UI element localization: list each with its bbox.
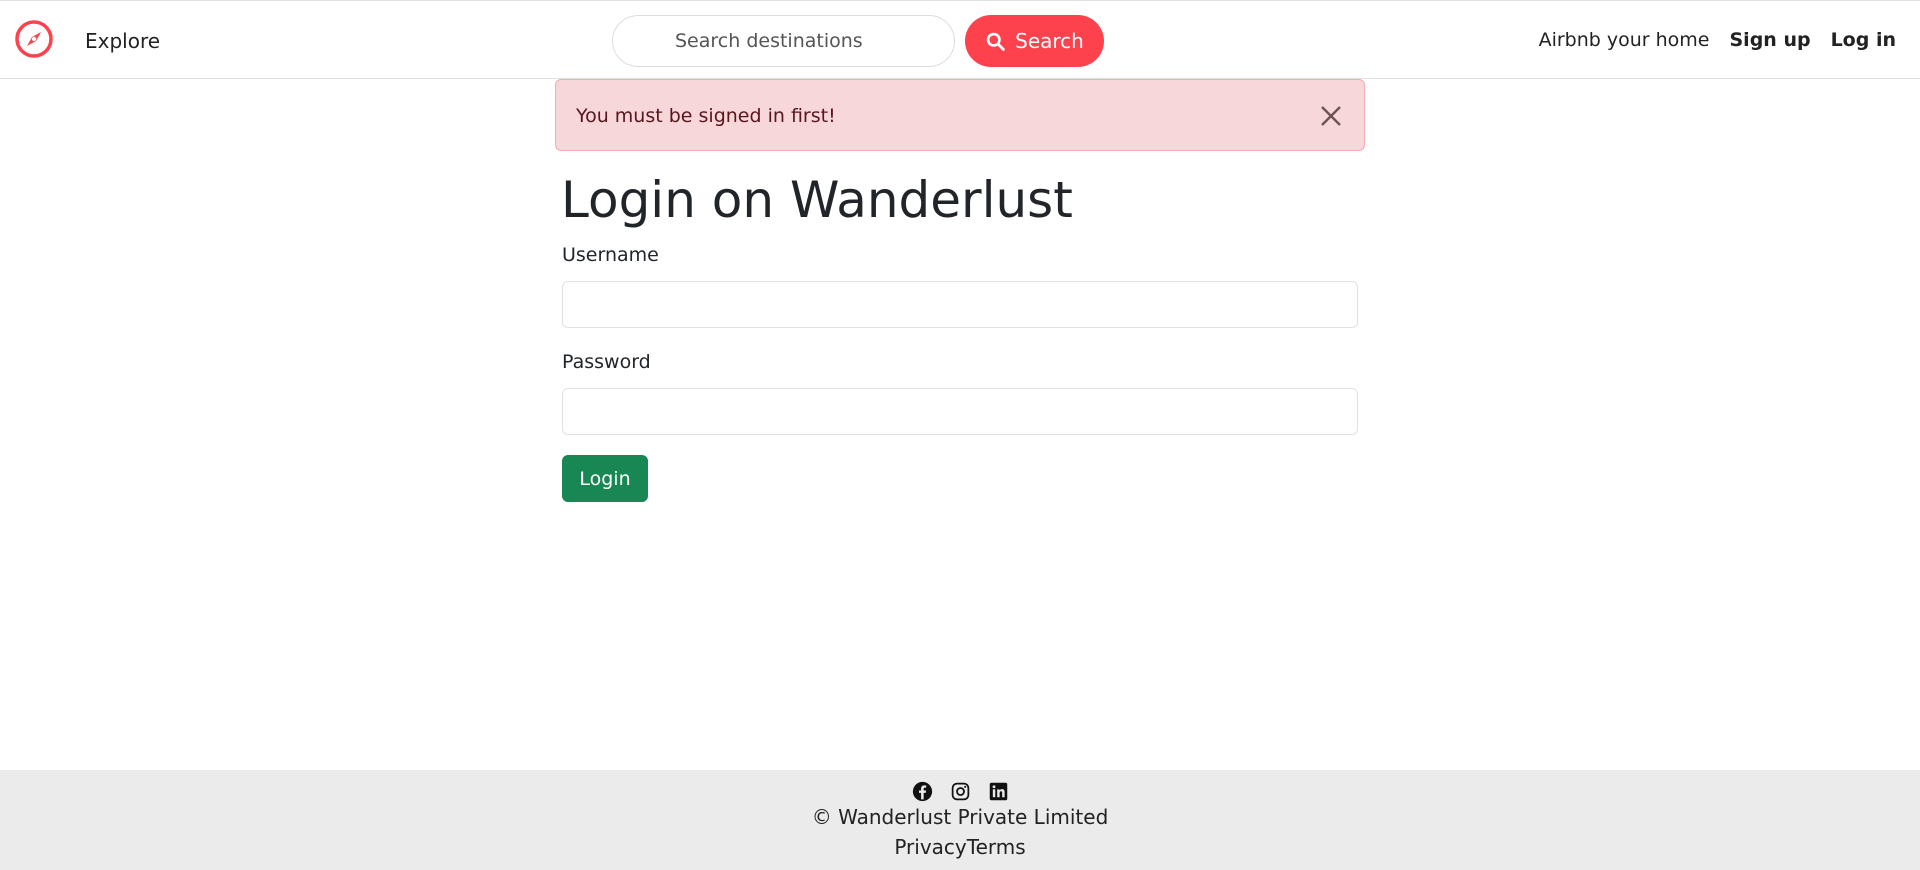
signup-link[interactable]: Sign up (1730, 29, 1811, 51)
linkedin-icon[interactable] (988, 781, 1009, 802)
search-button[interactable]: Search (965, 15, 1104, 67)
close-icon[interactable] (1318, 103, 1344, 129)
navbar: Explore Search Airbnb your home Sign up … (0, 0, 1920, 79)
login-button[interactable]: Login (562, 455, 648, 502)
flash-alert: You must be signed in first! (555, 79, 1365, 151)
search-icon (986, 32, 1005, 51)
footer: © Wanderlust Private Limited PrivacyTerm… (0, 770, 1920, 870)
instagram-icon[interactable] (950, 781, 971, 802)
compass-icon[interactable] (14, 19, 54, 59)
login-link[interactable]: Log in (1831, 29, 1896, 51)
page-title: Login on Wanderlust (561, 171, 1073, 229)
facebook-icon[interactable] (912, 781, 933, 802)
footer-links: PrivacyTerms (0, 835, 1920, 859)
username-field[interactable] (562, 281, 1358, 328)
social-links (0, 781, 1920, 802)
username-label: Username (562, 244, 659, 266)
explore-link[interactable]: Explore (85, 29, 160, 53)
airbnb-your-home-link[interactable]: Airbnb your home (1539, 29, 1710, 51)
password-label: Password (562, 351, 651, 373)
copyright-text: © Wanderlust Private Limited (811, 805, 1109, 829)
privacy-link[interactable]: Privacy (894, 835, 966, 859)
search-button-label: Search (1015, 29, 1084, 53)
password-field[interactable] (562, 388, 1358, 435)
alert-message: You must be signed in first! (576, 105, 836, 127)
nav-links: Airbnb your home Sign up Log in (1539, 29, 1896, 51)
terms-link[interactable]: Terms (967, 835, 1026, 859)
search-input[interactable] (612, 15, 955, 67)
